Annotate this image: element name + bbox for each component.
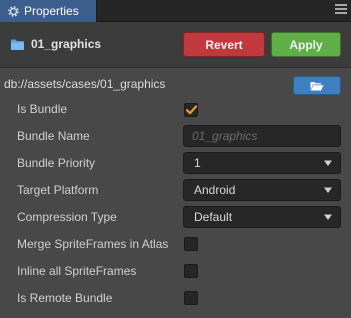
asset-header: 01_graphics Revert Apply bbox=[0, 22, 351, 68]
folder-icon bbox=[11, 39, 24, 50]
target-platform-select[interactable]: Android bbox=[183, 179, 341, 201]
inline-spriteframes-checkbox[interactable] bbox=[184, 264, 198, 278]
open-folder-icon bbox=[310, 81, 324, 90]
panel-tabbar: Properties bbox=[0, 0, 351, 22]
tab-label: Properties bbox=[24, 4, 79, 18]
open-folder-button[interactable] bbox=[293, 76, 341, 95]
chevron-down-icon bbox=[324, 187, 332, 193]
chevron-down-icon bbox=[324, 214, 332, 220]
checkmark-icon bbox=[185, 105, 197, 115]
merge-spriteframes-checkbox[interactable] bbox=[184, 237, 198, 251]
apply-button[interactable]: Apply bbox=[271, 32, 341, 57]
is-remote-bundle-label: Is Remote Bundle bbox=[17, 291, 113, 305]
target-platform-label: Target Platform bbox=[17, 183, 99, 197]
bundle-name-placeholder: 01_graphics bbox=[192, 129, 258, 143]
chevron-down-icon bbox=[324, 160, 332, 166]
is-bundle-label: Is Bundle bbox=[17, 102, 68, 116]
target-platform-value: Android bbox=[194, 183, 236, 197]
is-bundle-checkbox[interactable] bbox=[184, 103, 198, 117]
asset-name: 01_graphics bbox=[31, 37, 102, 51]
gear-icon bbox=[8, 5, 19, 17]
bundle-name-input[interactable]: 01_graphics bbox=[183, 125, 341, 147]
bundle-priority-select[interactable]: 1 bbox=[183, 152, 341, 174]
revert-button[interactable]: Revert bbox=[183, 32, 265, 57]
compression-type-select[interactable]: Default bbox=[183, 206, 341, 228]
tab-properties[interactable]: Properties bbox=[0, 0, 97, 22]
inline-spriteframes-label: Inline all SpriteFrames bbox=[17, 264, 137, 278]
bundle-name-label: Bundle Name bbox=[17, 129, 90, 143]
bundle-priority-label: Bundle Priority bbox=[17, 156, 96, 170]
is-remote-bundle-checkbox[interactable] bbox=[184, 291, 198, 305]
bundle-priority-value: 1 bbox=[194, 156, 201, 170]
menu-icon[interactable] bbox=[335, 4, 347, 16]
compression-type-value: Default bbox=[194, 210, 233, 224]
compression-type-label: Compression Type bbox=[17, 210, 117, 224]
merge-spriteframes-label: Merge SpriteFrames in Atlas bbox=[17, 237, 169, 251]
asset-path: db://assets/cases/01_graphics bbox=[4, 77, 166, 91]
